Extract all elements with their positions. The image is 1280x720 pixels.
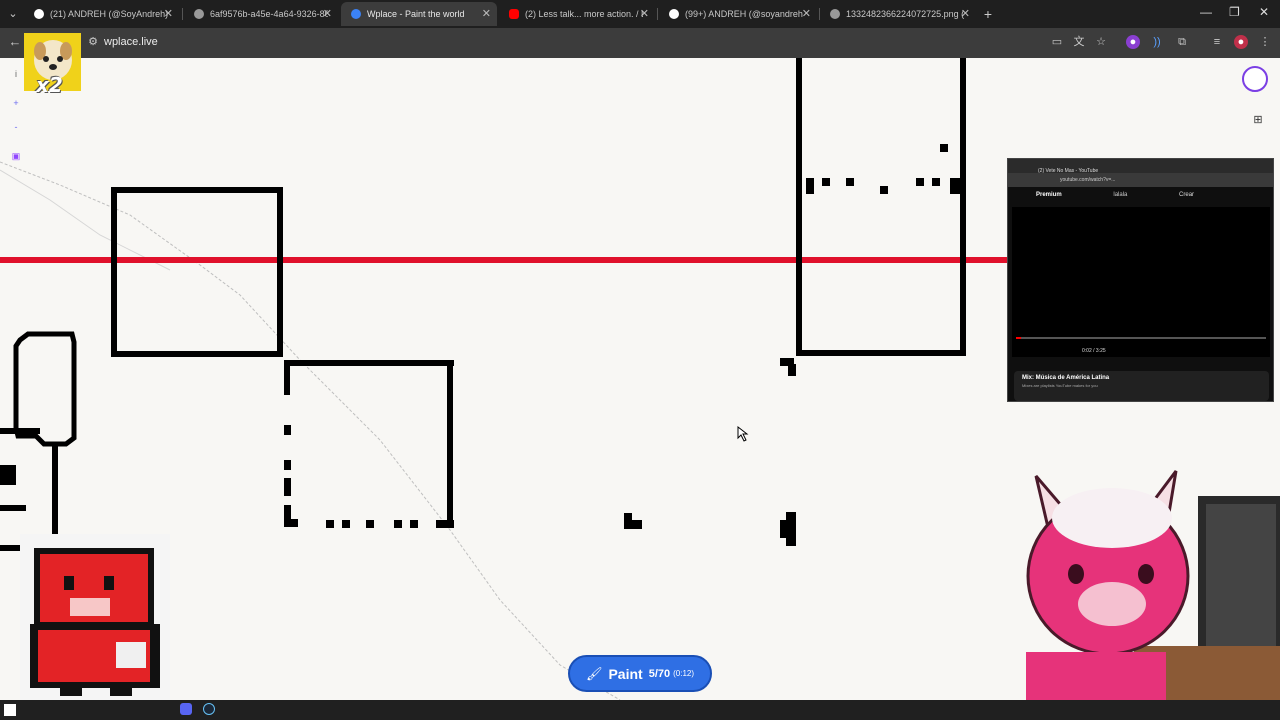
info-icon[interactable]: i [10, 68, 22, 80]
overlay-tab-strip: (2) Vete No Mas - YouTube [1008, 159, 1273, 174]
tab-title: 1332482366224072725.png (1 [846, 9, 964, 19]
discord-icon[interactable] [180, 703, 192, 715]
wplace-logo-icon[interactable] [1242, 66, 1268, 92]
kebab-menu-icon[interactable]: ⋮ [1258, 35, 1272, 49]
media-control-icon[interactable]: ≡ [1210, 35, 1224, 49]
x-logo-icon [34, 9, 44, 19]
bookmark-star-icon[interactable]: ☆ [1094, 35, 1108, 49]
tab-uuid-page[interactable]: 6af9576b-a45e-4a64-9326-805 ✕ [184, 2, 338, 26]
pixel-character-overlay [20, 534, 170, 700]
youtube-premium-logo: Premium [1036, 192, 1062, 198]
translate-icon[interactable]: 文 [1072, 35, 1086, 49]
steam-icon[interactable] [203, 703, 215, 715]
close-icon[interactable]: ✕ [482, 7, 491, 20]
restore-icon[interactable]: ❐ [1229, 5, 1240, 19]
extension-purple-icon[interactable]: ● [1126, 35, 1140, 49]
tab-x-profile[interactable]: (21) ANDREH (@SoyAndreh) / X ✕ [24, 2, 179, 26]
tiktok-icon [669, 9, 679, 19]
profile-avatar[interactable]: ● [1234, 35, 1248, 49]
address-bar[interactable]: wplace.live [104, 32, 1134, 52]
pixel-square-top [284, 360, 454, 366]
extension-blue-icon[interactable]: )) [1150, 35, 1164, 49]
paint-charges: 5/70 [648, 667, 671, 680]
overlay-create-button: Crear [1179, 192, 1195, 198]
tab-tiktok[interactable]: (99+) ANDREH (@soyandreh) | ✕ [659, 2, 817, 26]
os-taskbar [0, 700, 1280, 720]
toolbar: ← ⚙ wplace.live ▭ 文 ☆ ● )) ⧉ ≡ ● ⋮ [0, 28, 1280, 58]
new-tab-icon[interactable]: + [981, 7, 995, 21]
windows-start-icon[interactable] [4, 704, 16, 716]
tab-title: (21) ANDREH (@SoyAndreh) / X [50, 9, 168, 19]
close-icon[interactable]: ✕ [961, 7, 970, 20]
pink-cow-character-icon [1026, 470, 1280, 700]
paint-timer: (0:12) [673, 669, 695, 678]
red-cow-sprite-icon [30, 548, 160, 696]
extensions-puzzle-icon[interactable]: ⧉ [1175, 35, 1189, 49]
multiplier-badge: x2 [36, 73, 63, 97]
mix-subtitle: Mixes are playlists YouTube makes for yo… [1022, 383, 1098, 388]
wplace-icon [351, 9, 361, 19]
mix-playlist-card: Mix: Música de América Latina Mixes are … [1014, 371, 1269, 401]
youtube-icon [509, 9, 519, 19]
globe-icon [194, 9, 204, 19]
dog-overlay: x2 [24, 33, 81, 97]
video-player: 0:02 / 3:25 [1012, 207, 1270, 357]
paint-button[interactable]: 🖌 Paint 5/70 (0:12) [568, 655, 712, 692]
red-line [0, 257, 1007, 263]
mix-title: Mix: Música de América Latina [1022, 375, 1110, 381]
overlay-youtube-header: Premium lalala Crear [1008, 187, 1273, 203]
minimize-icon[interactable]: — [1200, 5, 1212, 19]
brush-icon: 🖌 [585, 665, 603, 681]
streamer-avatar-overlay [1016, 456, 1280, 700]
site-info-icon[interactable]: ⚙ [86, 35, 100, 49]
overlay-address-bar: youtube.com/watch?v=... [1008, 173, 1273, 187]
tab-title: Wplace - Paint the world [367, 9, 465, 19]
close-icon[interactable]: ✕ [323, 7, 332, 20]
close-icon[interactable]: ✕ [640, 7, 649, 20]
close-icon[interactable]: ✕ [164, 7, 173, 20]
video-overlay-window[interactable]: (2) Vete No Mas - YouTube youtube.com/wa… [1007, 158, 1274, 402]
tab-title: (99+) ANDREH (@soyandreh) | [685, 9, 803, 19]
tab-png-image[interactable]: 1332482366224072725.png (1 ✕ [820, 2, 976, 26]
tab-strip: ⌄ (21) ANDREH (@SoyAndreh) / X ✕ 6af9576… [0, 0, 1280, 28]
globe-icon [830, 9, 840, 19]
tab-wplace[interactable]: Wplace - Paint the world ✕ [341, 2, 497, 26]
window-close-icon[interactable]: ✕ [1259, 5, 1269, 19]
zoom-in-icon[interactable]: + [10, 97, 22, 109]
tab-title: (2) Less talk... more action. / Lo [525, 9, 643, 19]
cast-icon[interactable]: ▭ [1050, 35, 1064, 49]
close-icon[interactable]: ✕ [802, 7, 811, 20]
shop-cart-icon[interactable]: ⊞ [1252, 114, 1264, 126]
tab-title: 6af9576b-a45e-4a64-9326-805 [210, 9, 328, 19]
zoom-out-icon[interactable]: - [10, 121, 22, 133]
tab-search-chevron-icon[interactable]: ⌄ [6, 7, 20, 21]
tab-youtube[interactable]: (2) Less talk... more action. / Lo ✕ [499, 2, 655, 26]
overlay-search-text: lalala [1113, 192, 1128, 198]
video-time: 0:02 / 3:25 [1082, 348, 1106, 354]
twitch-icon[interactable]: ▣ [10, 150, 22, 162]
back-arrow-icon[interactable]: ← [8, 35, 22, 49]
paint-label: Paint [608, 665, 643, 682]
